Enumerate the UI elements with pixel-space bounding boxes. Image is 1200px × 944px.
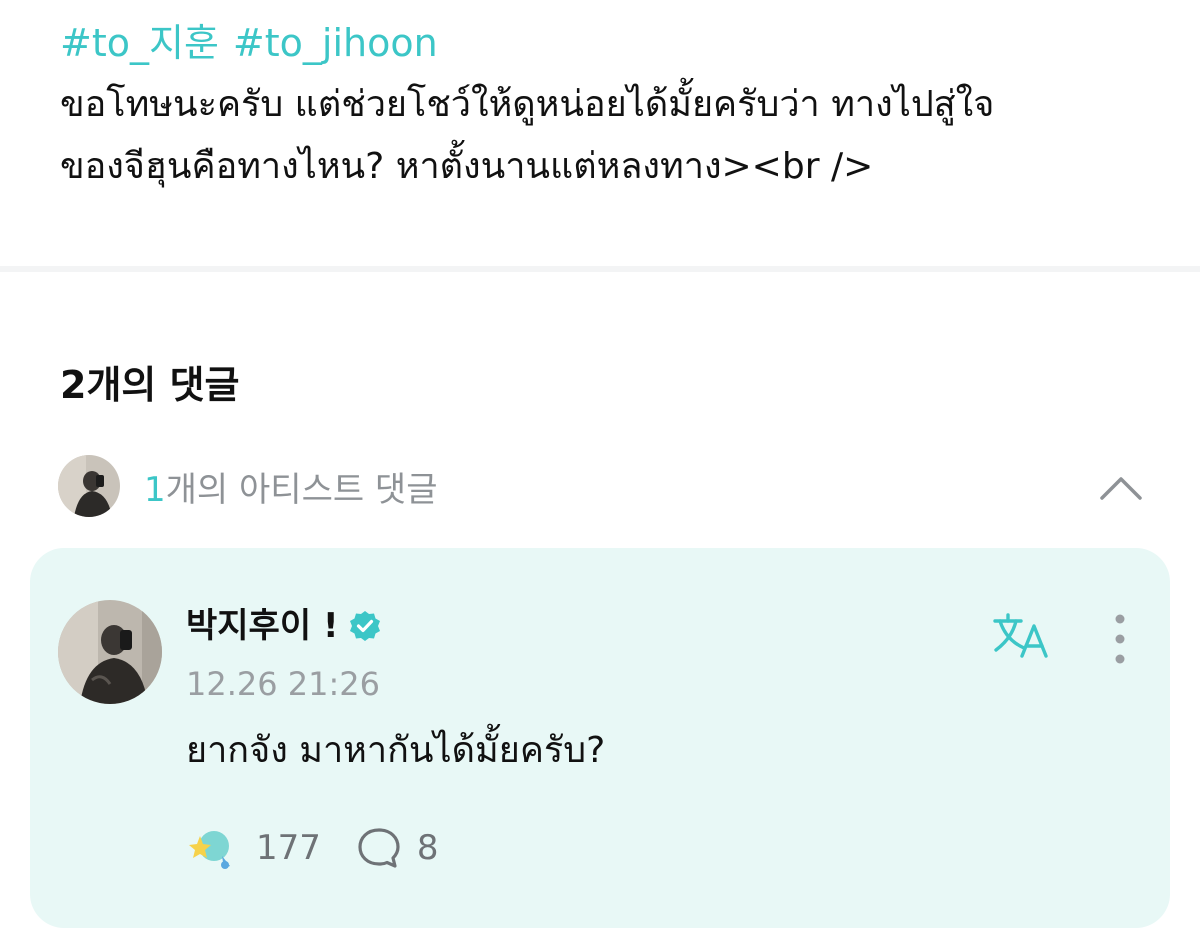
chevron-up-icon[interactable] xyxy=(1098,464,1144,510)
hashtag-to-jihoon-korean[interactable]: #to_지훈 xyxy=(60,18,219,68)
reply-count: 8 xyxy=(416,828,439,868)
translate-icon[interactable] xyxy=(992,612,1056,660)
comment-stats: 177 8 xyxy=(186,824,439,872)
author-avatar[interactable] xyxy=(58,600,162,704)
artist-comments-toggle[interactable]: 1개의 아티스트 댓글 xyxy=(58,455,1148,517)
author-name[interactable]: 박지후이 ! xyxy=(186,604,338,648)
section-divider xyxy=(0,266,1200,272)
artist-avatar-small xyxy=(58,455,120,517)
author-line: 박지후이 ! xyxy=(186,604,382,648)
comment-text: ยากจัง มาหากันได้มั้ยครับ? xyxy=(186,730,606,771)
like-count: 177 xyxy=(256,828,321,868)
hashtag-to-jihoon[interactable]: #to_jihoon xyxy=(233,18,438,68)
post-body: ขอโทษนะครับ แต่ช่วยโชว์ให้ดูหน่อยได้มั้ย… xyxy=(60,84,995,187)
hashtag-list: #to_지훈 #to_jihoon xyxy=(60,18,1160,68)
artist-comment-card: 박지후이 ! 12.26 21:26 ยากจัง มาหากันได้มั้ย… xyxy=(30,548,1170,928)
sparkle-like-icon[interactable] xyxy=(186,824,238,872)
artist-comments-label: 1개의 아티스트 댓글 xyxy=(144,462,438,511)
speech-bubble-icon[interactable] xyxy=(355,824,403,872)
artist-comments-count: 1 xyxy=(144,469,166,510)
more-vertical-icon[interactable] xyxy=(1104,612,1136,666)
post: #to_지훈 #to_jihoon ขอโทษนะครับ แต่ช่วยโชว… xyxy=(60,18,1160,198)
comment-timestamp: 12.26 21:26 xyxy=(186,665,380,703)
comments-count-title: 2개의 댓글 xyxy=(60,363,240,407)
artist-comments-text: 개의 아티스트 댓글 xyxy=(165,469,438,510)
verified-badge-icon xyxy=(350,611,381,641)
